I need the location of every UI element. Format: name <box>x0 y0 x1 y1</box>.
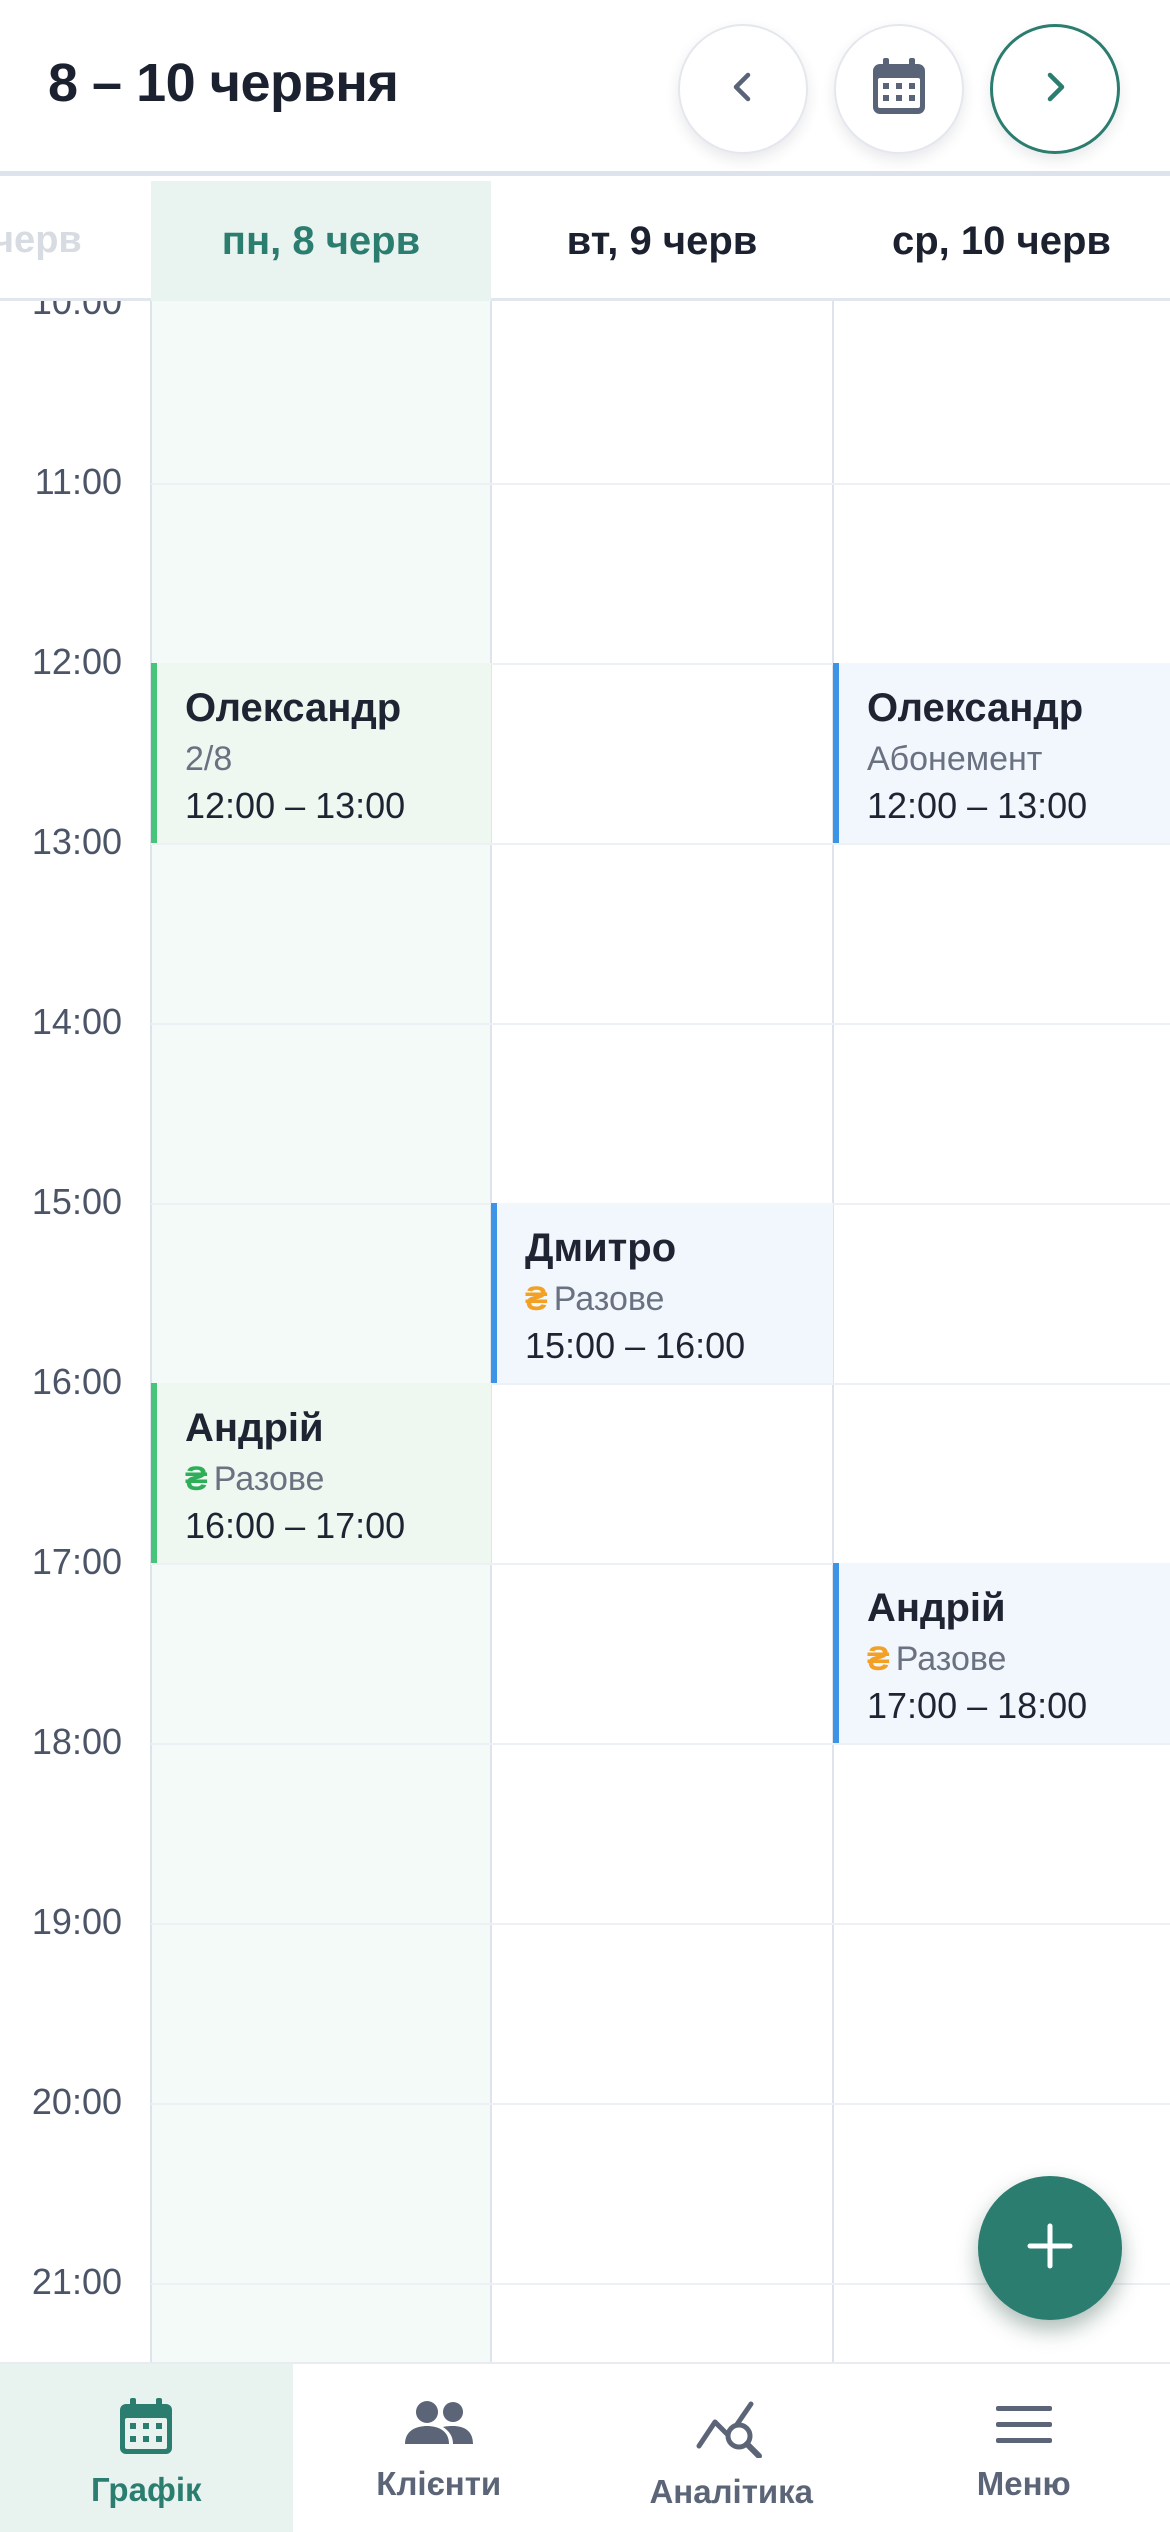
session-time: 17:00 – 18:00 <box>867 1685 1088 1726</box>
time-label: 19:00 <box>31 1901 122 1942</box>
session-type-row: ₴ Разове <box>525 1275 833 1323</box>
time-label: 15:00 <box>31 1181 122 1222</box>
column-divider <box>150 301 152 2362</box>
plus-icon <box>1024 2220 1076 2277</box>
session-time: 15:00 – 16:00 <box>525 1325 746 1366</box>
session-type: Разове <box>213 1460 325 1498</box>
nav-clients[interactable]: Клієнти <box>293 2364 586 2532</box>
previous-day-label-faded: черв <box>0 219 82 261</box>
session-time: 12:00 – 13:00 <box>867 785 1088 826</box>
appointment-card[interactable]: Андрій ₴ Разове 17:00 – 18:00 <box>833 1563 1170 1743</box>
hour-line <box>151 483 1170 485</box>
client-name: Олександр <box>867 686 1084 730</box>
session-type-row: ₴ Разове <box>867 1635 1170 1683</box>
people-icon <box>403 2398 475 2455</box>
analytics-icon <box>695 2398 767 2463</box>
calendar-icon <box>118 2398 174 2461</box>
add-appointment-button[interactable] <box>978 2176 1122 2320</box>
hour-line <box>151 2103 1170 2105</box>
client-name: Андрій <box>867 1586 1006 1630</box>
client-name: Андрій <box>185 1406 324 1450</box>
hryvnia-icon: ₴ <box>867 1640 890 1678</box>
hour-line <box>151 1923 1170 1925</box>
nav-label: Графік <box>90 2471 202 2508</box>
time-label: 11:00 <box>34 461 122 502</box>
session-type-row: ₴ Разове <box>185 1455 491 1503</box>
time-label: 10:00 <box>31 301 122 322</box>
bottom-navigation: Графік Клієнти Аналітика Меню <box>0 2362 1170 2532</box>
next-week-button[interactable] <box>990 24 1120 154</box>
day-header-tue[interactable]: вт, 9 черв <box>491 181 833 301</box>
nav-menu[interactable]: Меню <box>878 2364 1170 2532</box>
time-label: 13:00 <box>31 821 122 862</box>
top-bar: 8 – 10 червня <box>0 0 1170 176</box>
session-type: Разове <box>553 1280 665 1318</box>
session-type: 2/8 <box>185 740 233 778</box>
time-label: 12:00 <box>31 641 122 682</box>
appointment-card[interactable]: Олександр 2/8 12:00 – 13:00 <box>151 663 491 843</box>
session-type: Разове <box>895 1640 1007 1678</box>
nav-schedule[interactable]: Графік <box>0 2364 293 2532</box>
previous-week-button[interactable] <box>678 24 808 154</box>
hryvnia-icon: ₴ <box>185 1460 208 1498</box>
today-column-highlight <box>151 301 491 2362</box>
calendar-button[interactable] <box>834 24 964 154</box>
day-header-mon[interactable]: пн, 8 черв <box>151 181 491 301</box>
day-header-row: черв пн, 8 черв вт, 9 черв ср, 10 черв <box>0 181 1170 301</box>
hour-line <box>151 1023 1170 1025</box>
date-range-title: 8 – 10 червня <box>48 53 399 113</box>
client-name: Олександр <box>185 686 402 730</box>
hour-line <box>151 843 1170 845</box>
nav-label: Аналітика <box>649 2473 814 2510</box>
appointment-card[interactable]: Олександр Абонемент 12:00 – 13:00 <box>833 663 1170 843</box>
schedule-grid[interactable]: 10:00 11:00 12:00 13:00 14:00 15:00 16:0… <box>0 301 1170 2362</box>
session-time: 16:00 – 17:00 <box>185 1505 406 1546</box>
calendar-icon <box>869 56 929 123</box>
session-type: Абонемент <box>867 740 1043 778</box>
hour-line <box>151 1743 1170 1745</box>
day-header-wed[interactable]: ср, 10 черв <box>833 181 1170 301</box>
nav-analytics[interactable]: Аналітика <box>585 2364 878 2532</box>
session-time: 12:00 – 13:00 <box>185 785 406 826</box>
menu-icon <box>994 2398 1054 2455</box>
hryvnia-icon: ₴ <box>525 1280 548 1318</box>
appointment-card[interactable]: Дмитро ₴ Разове 15:00 – 16:00 <box>491 1203 833 1383</box>
chevron-right-icon <box>1035 67 1075 112</box>
nav-label: Клієнти <box>376 2465 502 2502</box>
time-label: 18:00 <box>31 1721 122 1762</box>
appointment-card[interactable]: Андрій ₴ Разове 16:00 – 17:00 <box>151 1383 491 1563</box>
nav-label: Меню <box>976 2465 1071 2502</box>
time-label: 16:00 <box>31 1361 122 1402</box>
time-label: 21:00 <box>31 2261 122 2302</box>
client-name: Дмитро <box>525 1226 677 1270</box>
chevron-left-icon <box>723 67 763 112</box>
time-label: 14:00 <box>31 1001 122 1042</box>
time-label: 17:00 <box>31 1541 122 1582</box>
time-label: 20:00 <box>31 2081 122 2122</box>
